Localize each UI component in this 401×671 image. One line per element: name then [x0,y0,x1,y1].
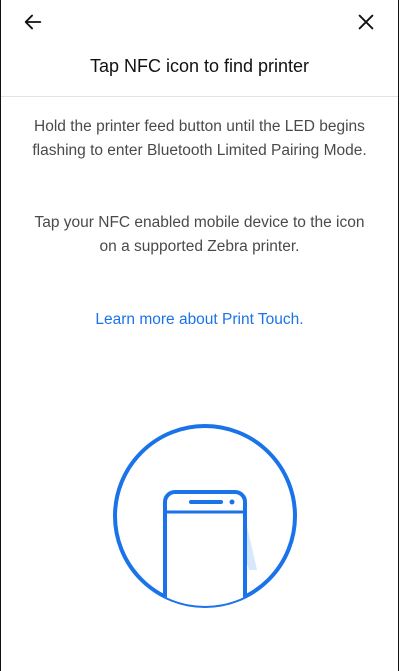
back-button[interactable] [15,4,51,40]
learn-more-link[interactable]: Learn more about Print Touch. [1,311,398,329]
phone-nfc-illustration [109,420,301,612]
divider [1,96,398,97]
nfc-screen: Tap NFC icon to find printer Hold the pr… [0,0,399,671]
instruction-text-2: Tap your NFC enabled mobile device to th… [34,214,365,255]
arrow-left-icon [24,14,42,30]
top-bar [1,0,398,44]
instruction-text-1: Hold the printer feed button until the L… [32,118,367,159]
phone-nfc-icon [113,424,297,608]
page-title: Tap NFC icon to find printer [89,56,310,76]
close-button[interactable] [348,4,384,40]
close-icon [358,14,374,30]
